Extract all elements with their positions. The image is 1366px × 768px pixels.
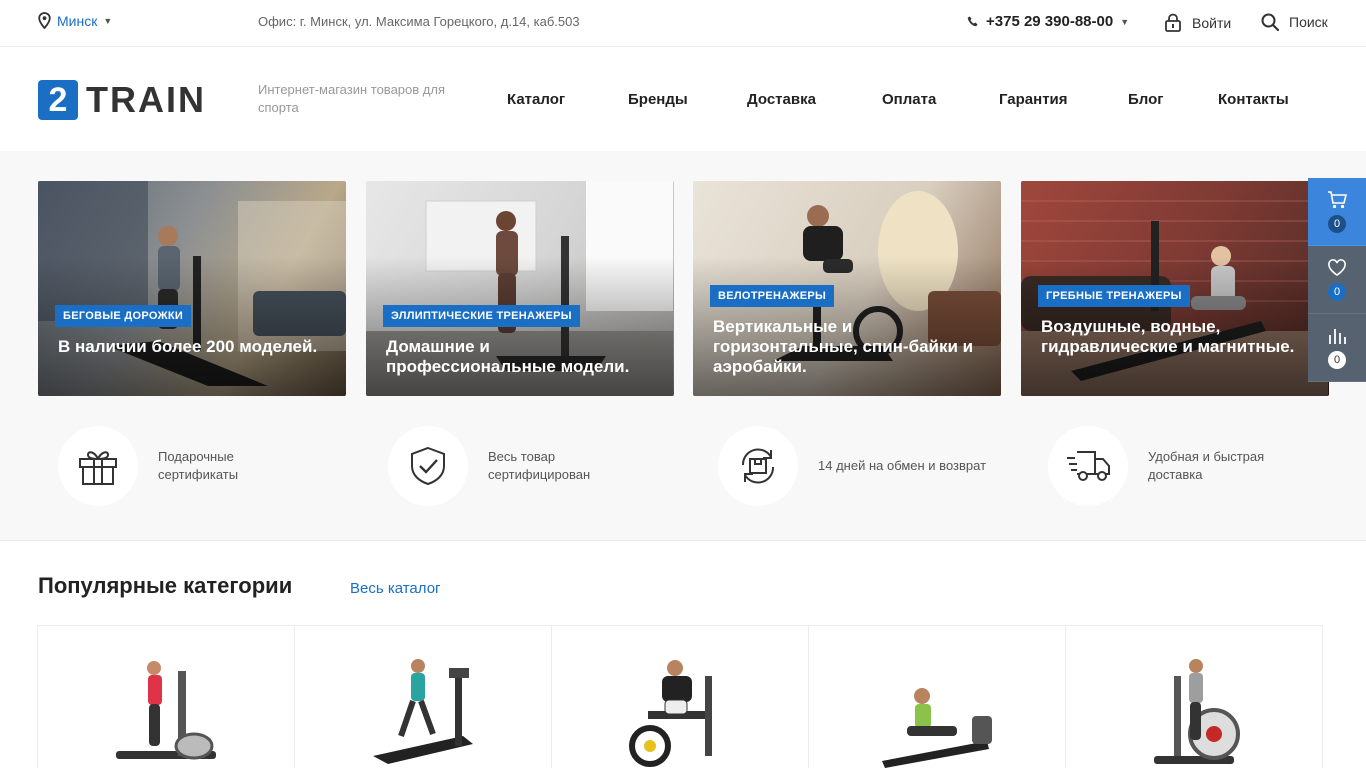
- cart-button[interactable]: 0: [1308, 178, 1366, 246]
- office-address: Офис: г. Минск, ул. Максима Горецкого, д…: [258, 14, 580, 29]
- compare-bars-icon: [1329, 328, 1346, 344]
- category-card[interactable]: [1066, 626, 1323, 768]
- logo-word: TRAIN: [86, 79, 206, 120]
- advantage-gift: Подарочные сертификаты: [58, 426, 298, 506]
- chevron-down-icon: ▼: [103, 15, 113, 26]
- favorites-button[interactable]: 0: [1308, 246, 1366, 314]
- banner-text: Вертикальные и горизонтальные, спин-байк…: [713, 317, 974, 376]
- phone-selector[interactable]: +375 29 390-88-00 ▼: [967, 13, 1129, 30]
- banner-rowers[interactable]: ГРЕБНЫЕ ТРЕНАЖЕРЫ Воздушные, водные, гид…: [1021, 181, 1329, 396]
- top-bar: Минск ▼ Офис: г. Минск, ул. Максима Горе…: [0, 0, 1366, 47]
- category-card[interactable]: [552, 626, 809, 768]
- nav-item-warranty[interactable]: Гарантия: [999, 91, 1068, 108]
- chevron-down-icon: ▼: [1120, 16, 1130, 27]
- search-icon: [1261, 13, 1279, 31]
- category-image-stepper: [1154, 659, 1240, 764]
- banner-ellipticals[interactable]: ЭЛЛИПТИЧЕСКИЕ ТРЕНАЖЕРЫ Домашние и профе…: [366, 181, 674, 396]
- category-image-rower: [882, 688, 992, 768]
- promo-section: БЕГОВЫЕ ДОРОЖКИ В наличии более 200 моде…: [0, 151, 1366, 541]
- delivery-truck-icon: [1067, 451, 1110, 481]
- advantage-delivery: Удобная и быстрая доставка: [1048, 426, 1288, 506]
- advantage-text: Подарочные сертификаты: [158, 449, 239, 482]
- gift-icon: [79, 451, 117, 485]
- city-selector[interactable]: Минск ▼: [38, 12, 112, 29]
- category-image-elliptical: [116, 661, 216, 760]
- site-logo[interactable]: 2 TRAIN: [38, 79, 206, 121]
- nav-item-blog[interactable]: Блог: [1128, 91, 1164, 108]
- banner-text: Воздушные, водные, гидравлические и магн…: [1041, 317, 1295, 356]
- location-pin-icon: [38, 12, 51, 29]
- phone-number: +375 29 390-88-00: [986, 13, 1114, 30]
- advantage-text: Весь товар сертифицирован: [488, 449, 591, 482]
- advantage-return: 14 дней на обмен и возврат: [718, 426, 1008, 506]
- login-label: Войти: [1192, 14, 1232, 31]
- lock-icon: [1165, 13, 1181, 32]
- advantage-text: 14 дней на обмен и возврат: [818, 458, 987, 473]
- banner-badge: ВЕЛОТРЕНАЖЕРЫ: [710, 285, 835, 307]
- category-image-bike: [629, 660, 712, 767]
- nav-item-delivery[interactable]: Доставка: [747, 91, 816, 108]
- category-grid: [37, 625, 1323, 768]
- category-card[interactable]: [38, 626, 295, 768]
- floating-side-panel: 0 0 0: [1308, 178, 1366, 382]
- search-link[interactable]: Поиск: [1261, 13, 1328, 31]
- compare-button[interactable]: 0: [1308, 314, 1366, 382]
- banner-text: В наличии более 200 моделей.: [58, 337, 318, 356]
- category-image-treadmill: [373, 659, 473, 764]
- city-name: Минск: [57, 12, 98, 29]
- banner-badge: БЕГОВЫЕ ДОРОЖКИ: [55, 305, 192, 327]
- main-header: 2 TRAIN Интернет-магазин товаров для спо…: [0, 47, 1366, 151]
- favorites-count: 0: [1328, 282, 1346, 301]
- banner-treadmills[interactable]: БЕГОВЫЕ ДОРОЖКИ В наличии более 200 моде…: [38, 181, 346, 396]
- nav-item-contacts[interactable]: Контакты: [1218, 91, 1289, 108]
- site-tagline: Интернет-магазин товаров для спорта: [258, 82, 445, 115]
- cart-count: 0: [1328, 214, 1346, 233]
- all-catalog-link[interactable]: Весь каталог: [350, 580, 441, 597]
- section-title: Популярные категории: [38, 573, 293, 598]
- logo-mark: 2: [38, 80, 78, 120]
- search-label: Поиск: [1289, 14, 1328, 30]
- exchange-box-icon: [741, 448, 775, 484]
- cart-icon: [1328, 190, 1347, 208]
- banner-badge: ГРЕБНЫЕ ТРЕНАЖЕРЫ: [1038, 285, 1190, 307]
- banner-text: Домашние и профессиональные модели.: [386, 337, 630, 376]
- heart-icon: [1328, 258, 1346, 276]
- banner-bikes[interactable]: ВЕЛОТРЕНАЖЕРЫ Вертикальные и горизонталь…: [693, 181, 1001, 396]
- nav-item-payment[interactable]: Оплата: [882, 91, 936, 108]
- login-link[interactable]: Войти: [1164, 13, 1231, 32]
- category-card[interactable]: [809, 626, 1066, 768]
- compare-count: 0: [1328, 350, 1346, 369]
- category-card[interactable]: [295, 626, 552, 768]
- advantage-text: Удобная и быстрая доставка: [1148, 449, 1265, 482]
- advantage-certified: Весь товар сертифицирован: [388, 426, 628, 506]
- shield-check-icon: [411, 446, 445, 486]
- nav-item-catalog[interactable]: Каталог: [507, 91, 565, 108]
- banner-badge: ЭЛЛИПТИЧЕСКИЕ ТРЕНАЖЕРЫ: [383, 305, 580, 327]
- nav-item-brands[interactable]: Бренды: [628, 91, 688, 108]
- phone-icon: [967, 16, 978, 26]
